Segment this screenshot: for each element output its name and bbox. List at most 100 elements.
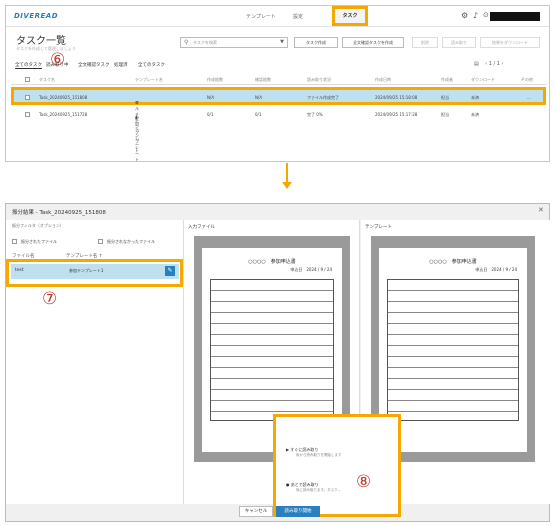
read-later-option[interactable]: ● あとで読み取り 後に読み取ります。タスク… — [286, 482, 341, 493]
row-task-name[interactable]: Task_20240925_151728 — [39, 112, 87, 117]
chevron-down-icon[interactable]: ▼ — [280, 38, 284, 47]
prev-page-icon[interactable]: ‹ — [485, 61, 487, 67]
unsorted-files-label: 振分されなかったファイル — [107, 239, 155, 244]
row-checkbox[interactable] — [25, 112, 30, 117]
delete-label: 削除 — [421, 40, 429, 45]
read-options-popup: ▶ すぐに読み取り 後から読み取りを開始します ● あとで読み取り 後に読み取り… — [273, 414, 401, 517]
start-reading-button[interactable]: 読み取り開始 — [276, 506, 320, 517]
tab-reading[interactable]: 読み取り中 — [46, 62, 69, 68]
nav-template[interactable]: テンプレート — [246, 13, 276, 20]
search-icon: ⚲ — [184, 39, 189, 46]
checkbox[interactable] — [12, 239, 17, 244]
row-template-label: 参加テンプレート — [135, 115, 139, 162]
row-author: 担当 — [441, 112, 449, 117]
modal-title: 振分結果 - Task_20240925_151808 — [12, 210, 106, 216]
row-confirmed: 0/1 — [255, 112, 262, 117]
next-page-icon[interactable]: › — [502, 61, 504, 67]
user-icon[interactable]: ⊙ — [483, 11, 489, 19]
template-label: テンプレート — [365, 225, 392, 230]
checkbox[interactable] — [98, 239, 103, 244]
create-all-confirm-label: 全文確認タスクを作成 — [353, 40, 393, 45]
task-list-window: DIVEREAD テンプレート 設定 タスク ⚙ ♪ ⊙ タスク一覧 タスクを作… — [5, 5, 550, 162]
search-input[interactable]: ⚲ タスクを検索 ▼ — [180, 37, 288, 48]
csv-download-button[interactable]: 結果をダウンロード — [480, 37, 540, 48]
row-author: 担当 — [441, 95, 449, 100]
close-icon[interactable]: ✕ — [538, 206, 544, 214]
sorted-files-label: 振分されたファイル — [21, 239, 57, 244]
row-checkbox[interactable] — [25, 95, 30, 100]
select-all-checkbox[interactable] — [25, 77, 30, 82]
app-header: DIVEREAD テンプレート 設定 タスク ⚙ ♪ ⊙ — [6, 6, 549, 27]
table-header: タスク名 テンプレート名 作成枚数 確認枚数 読み取り状況 作成日時 作成者 ダ… — [11, 75, 546, 85]
read-now-sub: 後から読み取りを開始します — [296, 453, 342, 457]
row-download: 未済 — [471, 95, 479, 100]
row-download: 未済 — [471, 112, 479, 117]
arrow-head — [282, 182, 292, 189]
file-name: test — [15, 268, 24, 273]
row-status: ファイル作成完了 — [307, 95, 339, 100]
more-icon[interactable]: ... — [527, 95, 531, 100]
list-view-icon[interactable]: ▤ — [474, 61, 479, 67]
create-task-label: タスク作成 — [306, 40, 326, 45]
doc-title: ○○○○ 参加申込書 — [248, 259, 296, 265]
create-all-confirm-task-button[interactable]: 全文確認タスクを作成 — [342, 37, 404, 48]
file-list-item[interactable]: test 参加テンプレート1 ✎ — [6, 259, 183, 287]
row-task-name[interactable]: Task_20240925_151808 — [39, 95, 87, 100]
col-status[interactable]: 読み取り状況 — [307, 77, 331, 83]
tab-all-tasks[interactable]: 全てのタスク — [138, 62, 165, 68]
col-confirmed[interactable]: 確認枚数 — [255, 77, 271, 83]
doc-title: ○○○○ 参加申込書 — [429, 259, 477, 265]
sorted-files-checkbox[interactable]: 振分されたファイル — [12, 239, 57, 245]
page-title: タスク一覧 — [16, 36, 66, 47]
create-task-button[interactable]: タスク作成 — [294, 37, 338, 48]
read-now-text: すぐに読み取り — [290, 447, 319, 452]
page-subtitle: タスクを作成して管理しましょう — [16, 46, 76, 51]
page-total: 1 — [496, 61, 500, 67]
unsorted-files-checkbox[interactable]: 振分されなかったファイル — [98, 239, 155, 245]
row-date: 2024/09/25 15:18:08 — [375, 95, 418, 100]
col-template[interactable]: テンプレート名 — [135, 77, 163, 83]
row-created: 0/1 — [207, 112, 214, 117]
bell-icon[interactable]: ♪ — [473, 11, 478, 20]
arrow-connector — [286, 163, 288, 183]
user-name-redacted[interactable] — [490, 12, 540, 21]
input-file-label: 入力ファイル — [188, 225, 215, 230]
file-row-highlight[interactable]: test 参加テンプレート1 ✎ — [11, 264, 179, 279]
col-date[interactable]: 作成日時 — [375, 77, 391, 83]
col-task-name[interactable]: タスク名 — [39, 77, 55, 83]
row-created: N/A — [207, 95, 215, 100]
nav-settings[interactable]: 設定 — [293, 13, 303, 20]
row-status: 完了 0% — [307, 112, 323, 117]
col-created[interactable]: 作成枚数 — [207, 77, 223, 83]
col-author[interactable]: 作成者 — [441, 77, 453, 83]
table-row[interactable]: Task_20240925_151728 ▮ 参加テンプレート 0/1 0/1 … — [11, 109, 546, 162]
template-preview: ○○○○ 参加申込書 申込日 2024 / 9 / 24 — [379, 248, 527, 452]
read-button[interactable]: 読み取り — [442, 37, 476, 48]
tab-all[interactable]: 全てのタスク — [15, 62, 42, 69]
file-template: 参加テンプレート1 — [69, 268, 104, 273]
read-later-sub: 後に読み取ります。タスク… — [296, 488, 342, 492]
doc-date: 申込日 2024 / 9 / 24 — [475, 267, 517, 272]
delete-button[interactable]: 削除 — [412, 37, 438, 48]
marker-8: ⑧ — [356, 472, 372, 492]
csv-download-label: 結果をダウンロード — [492, 40, 528, 45]
nav-task[interactable]: タスク — [332, 6, 368, 26]
tab-processed[interactable]: 処理済 — [114, 62, 128, 68]
pager[interactable]: ▤ ‹ 1 / 1 › — [474, 61, 504, 67]
read-later-text: あとで読み取り — [290, 482, 319, 487]
gear-icon[interactable]: ⚙ — [461, 11, 468, 20]
table-row-selected[interactable]: Task_20240925_151808 ⚙ マルチテンプレート N/A N/A… — [11, 87, 546, 153]
col-download[interactable]: ダウンロード — [471, 77, 495, 83]
col-other[interactable]: その他 — [521, 77, 533, 83]
marker-7: ⑦ — [42, 289, 58, 309]
read-label: 読み取り — [451, 40, 467, 45]
form-table — [387, 279, 519, 421]
row-confirmed: N/A — [255, 95, 263, 100]
page-current: 1 — [488, 61, 492, 67]
tab-all-confirm[interactable]: 全文確認タスク — [78, 62, 110, 68]
edit-icon[interactable]: ✎ — [165, 266, 175, 276]
sort-result-modal: 振分結果 - Task_20240925_151808 ✕ 振分フィルタ（オプシ… — [5, 203, 551, 522]
read-now-option[interactable]: ▶ すぐに読み取り 後から読み取りを開始します — [286, 447, 342, 458]
app-logo: DIVEREAD — [14, 12, 59, 20]
cancel-button[interactable]: キャンセル — [239, 506, 273, 517]
